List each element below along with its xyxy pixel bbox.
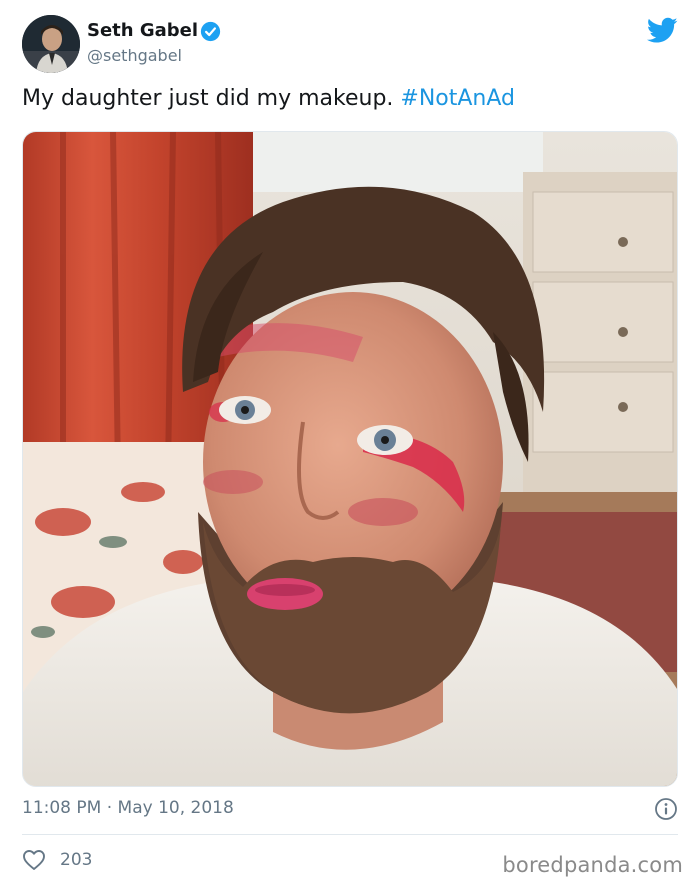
tweet-timestamp[interactable]: 11:08 PM · May 10, 2018: [22, 798, 234, 818]
author-avatar[interactable]: [22, 15, 80, 73]
verified-badge-icon: [200, 21, 221, 42]
tweet-card: Seth Gabel @sethgabel My daughter just d…: [0, 0, 700, 888]
author-name[interactable]: Seth Gabel: [87, 20, 198, 41]
divider: [22, 834, 678, 835]
info-icon[interactable]: [654, 797, 678, 821]
like-count: 203: [60, 850, 93, 870]
tweet-photo[interactable]: [22, 131, 678, 787]
watermark: boredpanda.com: [502, 853, 683, 877]
tweet-text: My daughter just did my makeup. #NotAnAd: [22, 86, 515, 111]
twitter-bird-icon[interactable]: [647, 17, 678, 44]
author-handle[interactable]: @sethgabel: [87, 46, 182, 65]
heart-icon[interactable]: [22, 848, 46, 872]
hashtag-link[interactable]: #NotAnAd: [400, 86, 515, 111]
tweet-body: My daughter just did my makeup.: [22, 86, 401, 111]
